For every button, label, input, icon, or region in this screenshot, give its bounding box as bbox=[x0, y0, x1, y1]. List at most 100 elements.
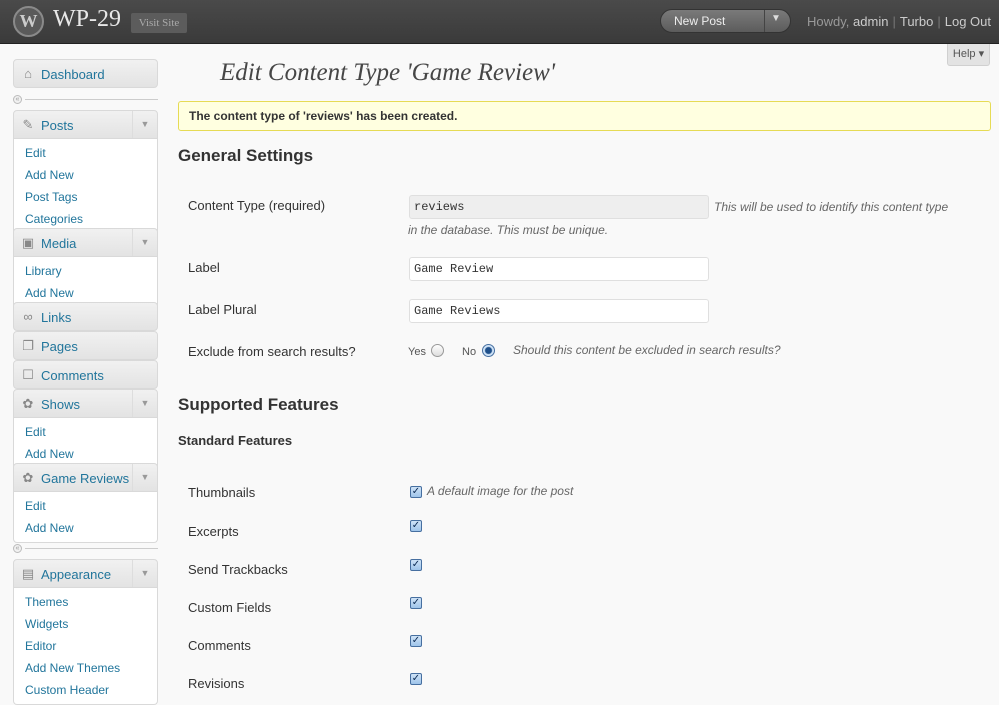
sidebar-item-links[interactable]: ∞ Links bbox=[13, 302, 158, 331]
sidebar-subitem-add-new-themes[interactable]: Add New Themes bbox=[14, 657, 157, 679]
supported-features-heading: Supported Features bbox=[178, 395, 339, 414]
sidebar-item-game-reviews[interactable]: ✿ Game Reviews ▼ bbox=[13, 463, 158, 492]
sidebar-subitem-custom-header[interactable]: Custom Header bbox=[14, 679, 157, 701]
sidebar-item-label: Dashboard bbox=[41, 67, 105, 82]
visit-site-button[interactable]: Visit Site bbox=[131, 13, 187, 33]
chevron-down-icon[interactable]: ▼ bbox=[771, 13, 781, 24]
sidebar-group-shows: ✿ Shows ▼ Edit Add New bbox=[13, 389, 158, 469]
sidebar-item-label: Shows bbox=[41, 397, 81, 412]
user-info: Howdy, admin | Turbo | Log Out bbox=[807, 14, 991, 29]
gear-icon: ✿ bbox=[22, 470, 34, 485]
exclude-search-label: Exclude from search results? bbox=[188, 344, 356, 359]
standard-features-heading: Standard Features bbox=[178, 433, 293, 448]
feature-label-excerpts: Excerpts bbox=[188, 524, 239, 539]
content-type-description-cont: in the database. This must be unique. bbox=[408, 223, 609, 237]
sidebar-item-media[interactable]: ▣ Media ▼ bbox=[13, 228, 158, 257]
radio-yes-label: Yes bbox=[408, 346, 426, 358]
thumbnails-description: A default image for the post bbox=[427, 484, 574, 498]
home-icon: ⌂ bbox=[24, 66, 32, 81]
feature-label-revisions: Revisions bbox=[188, 676, 245, 691]
sidebar-group-game-reviews: ✿ Game Reviews ▼ Edit Add New bbox=[13, 463, 158, 543]
sidebar-subitem-categories[interactable]: Categories bbox=[14, 208, 157, 230]
label-plural-label: Label Plural bbox=[188, 302, 257, 317]
logout-link[interactable]: Log Out bbox=[945, 14, 991, 29]
sidebar-item-label: Posts bbox=[41, 118, 74, 133]
user-profile-link[interactable]: admin bbox=[853, 14, 888, 29]
sidebar-item-shows[interactable]: ✿ Shows ▼ bbox=[13, 389, 158, 418]
sidebar-item-dashboard[interactable]: ⌂ Dashboard bbox=[13, 59, 158, 88]
sidebar-subitem-post-tags[interactable]: Post Tags bbox=[14, 186, 157, 208]
feature-label-send-trackbacks: Send Trackbacks bbox=[188, 562, 288, 577]
wordpress-logo-icon[interactable]: W bbox=[13, 6, 44, 37]
sidebar-group-posts: ✎ Posts ▼ Edit Add New Post Tags Categor… bbox=[13, 110, 158, 234]
radio-no-label: No bbox=[462, 346, 477, 358]
speech-bubble-icon: ☐ bbox=[22, 367, 34, 382]
content-type-field[interactable]: reviews bbox=[409, 195, 709, 219]
divider: | bbox=[892, 14, 896, 29]
site-title: WP-29 bbox=[53, 6, 121, 32]
sidebar-item-label: Links bbox=[41, 310, 72, 325]
shows-submenu: Edit Add New bbox=[13, 418, 158, 469]
sidebar-subitem-add-new[interactable]: Add New bbox=[14, 164, 157, 186]
sidebar-subitem-add-new[interactable]: Add New bbox=[14, 443, 157, 465]
sidebar-item-label: Media bbox=[41, 236, 77, 251]
new-post-button[interactable]: New Post bbox=[674, 14, 725, 28]
feature-label-custom-fields: Custom Fields bbox=[188, 600, 272, 615]
sidebar-item-comments[interactable]: ☐ Comments bbox=[13, 360, 158, 389]
content-type-label: Content Type (required) bbox=[188, 198, 326, 213]
chevron-down-icon[interactable]: ▼ bbox=[132, 111, 157, 138]
sidebar-item-label: Game Reviews bbox=[41, 471, 130, 486]
divider: | bbox=[937, 14, 941, 29]
chevron-down-icon[interactable]: ▼ bbox=[132, 390, 157, 417]
game-reviews-submenu: Edit Add New bbox=[13, 492, 158, 543]
sidebar-subitem-editor[interactable]: Editor bbox=[14, 635, 157, 657]
admin-header: W WP-29 Visit Site New Post ▼ Howdy, adm… bbox=[0, 0, 999, 44]
thumbnails-checkbox[interactable]: ✓ bbox=[410, 486, 422, 498]
appearance-icon: ▤ bbox=[21, 566, 35, 581]
exclude-yes-radio[interactable] bbox=[431, 344, 444, 357]
sidebar-item-label: Appearance bbox=[41, 567, 112, 582]
sidebar-item-appearance[interactable]: ▤ Appearance ▼ bbox=[13, 559, 158, 588]
chevron-down-icon[interactable]: ▼ bbox=[132, 560, 157, 587]
collapse-menu-icon[interactable]: « bbox=[13, 544, 22, 553]
sidebar-subitem-add-new[interactable]: Add New bbox=[14, 282, 157, 304]
pushpin-icon: ✎ bbox=[22, 117, 34, 132]
sidebar-subitem-edit[interactable]: Edit bbox=[14, 421, 157, 443]
label-plural-field[interactable]: Game Reviews bbox=[409, 299, 709, 323]
send-trackbacks-checkbox[interactable]: ✓ bbox=[410, 559, 422, 571]
sidebar-item-posts[interactable]: ✎ Posts ▼ bbox=[13, 110, 158, 139]
new-post-favorite-actions[interactable]: New Post ▼ bbox=[660, 9, 791, 33]
comments-checkbox[interactable]: ✓ bbox=[410, 635, 422, 647]
updated-notice: The content type of 'reviews' has been c… bbox=[178, 101, 991, 131]
sidebar-subitem-library[interactable]: Library bbox=[14, 260, 157, 282]
label-field[interactable]: Game Review bbox=[409, 257, 709, 281]
menu-separator bbox=[25, 99, 158, 100]
dropdown-separator bbox=[764, 10, 765, 32]
general-settings-heading: General Settings bbox=[178, 146, 314, 165]
sidebar-subitem-widgets[interactable]: Widgets bbox=[14, 613, 157, 635]
page-title: Edit Content Type 'Game Review' bbox=[220, 59, 556, 86]
chevron-down-icon[interactable]: ▼ bbox=[132, 229, 157, 256]
gear-icon: ✿ bbox=[22, 396, 34, 411]
excerpts-checkbox[interactable]: ✓ bbox=[410, 520, 422, 532]
sidebar-subitem-add-new[interactable]: Add New bbox=[14, 517, 157, 539]
content-type-description: This will be used to identify this conte… bbox=[714, 200, 949, 214]
sidebar-subitem-themes[interactable]: Themes bbox=[14, 591, 157, 613]
media-submenu: Library Add New bbox=[13, 257, 158, 308]
sidebar-item-pages[interactable]: ❐ Pages bbox=[13, 331, 158, 360]
sidebar-subitem-edit[interactable]: Edit bbox=[14, 142, 157, 164]
revisions-checkbox[interactable]: ✓ bbox=[410, 673, 422, 685]
turbo-link[interactable]: Turbo bbox=[900, 14, 933, 29]
chain-link-icon: ∞ bbox=[23, 309, 33, 324]
collapse-menu-icon[interactable]: « bbox=[13, 95, 22, 104]
howdy-text: Howdy, bbox=[807, 14, 850, 29]
help-label: Help bbox=[952, 48, 976, 60]
sidebar-group-media: ▣ Media ▼ Library Add New bbox=[13, 228, 158, 308]
sidebar-subitem-edit[interactable]: Edit bbox=[14, 495, 157, 517]
chevron-down-icon[interactable]: ▼ bbox=[132, 464, 157, 491]
menu-separator bbox=[25, 548, 158, 549]
custom-fields-checkbox[interactable]: ✓ bbox=[410, 597, 422, 609]
exclude-no-radio[interactable] bbox=[482, 344, 495, 357]
posts-submenu: Edit Add New Post Tags Categories bbox=[13, 139, 158, 234]
help-button[interactable]: Help ▾ bbox=[947, 44, 990, 66]
